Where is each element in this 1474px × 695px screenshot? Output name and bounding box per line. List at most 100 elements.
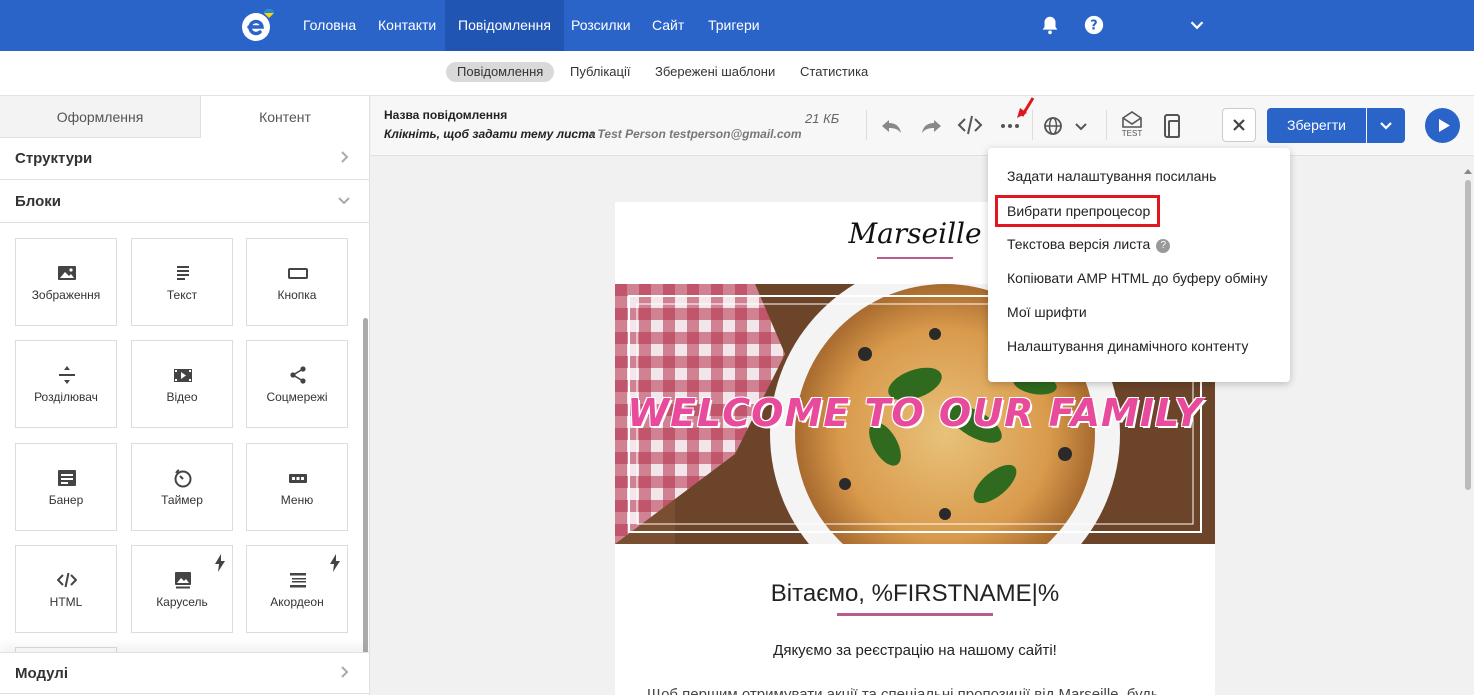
scroll-up-icon[interactable] [1464, 168, 1472, 174]
redo-icon[interactable] [918, 113, 944, 139]
block-label: Соцмережі [266, 390, 328, 404]
subnav-messages[interactable]: Повідомлення [446, 62, 555, 82]
code-view-icon[interactable] [957, 112, 983, 138]
message-size: 21 КБ [805, 111, 840, 126]
left-panel-scrollbar[interactable] [363, 318, 368, 666]
section-blocks-label: Блоки [15, 193, 62, 210]
block-timer[interactable]: Таймер [131, 443, 233, 531]
block-label: Розділювач [34, 390, 98, 404]
preview-play-button[interactable] [1425, 108, 1460, 143]
video-icon [174, 369, 192, 382]
section-blocks[interactable]: Блоки [0, 181, 369, 223]
save-options-button[interactable] [1367, 108, 1405, 143]
hero-headline: WELCOME TO OUR FAMILY [627, 391, 1203, 435]
chevron-down-icon [338, 197, 350, 205]
block-label: HTML [49, 595, 83, 609]
block-menu[interactable]: Меню [246, 443, 348, 531]
close-icon [1233, 119, 1245, 131]
sender-info[interactable]: • Test Person testperson@gmail.com [590, 127, 802, 141]
divider-icon [59, 366, 75, 384]
canvas-scrollbar[interactable] [1464, 169, 1472, 695]
menu-item-text-version[interactable]: Текстова версія листа? [1007, 236, 1171, 253]
undo-icon[interactable] [879, 113, 905, 139]
body-text[interactable]: Щоб першим отримувати акції та спеціальн… [647, 686, 1207, 695]
nav-contacts[interactable]: Контакти [365, 0, 449, 51]
block-label: Текст [166, 288, 198, 302]
menu-item-dynamic-content[interactable]: Налаштування динамічного контенту [1007, 338, 1248, 354]
save-button[interactable]: Зберегти [1267, 108, 1366, 143]
nav-triggers[interactable]: Тригери [695, 0, 773, 51]
thanks-text[interactable]: Дякуємо за реєстрацію на нашому сайті! [615, 642, 1215, 659]
scrollbar-thumb[interactable] [1465, 180, 1471, 490]
block-banner[interactable]: Банер [15, 443, 117, 531]
close-button[interactable] [1222, 108, 1256, 142]
envelope-icon [1122, 111, 1142, 128]
logo-icon[interactable] [240, 9, 274, 43]
menu-icon [289, 474, 307, 483]
brand-underline [877, 257, 953, 259]
highlight-annotation-box [995, 195, 1160, 227]
block-button[interactable]: Кнопка [246, 238, 348, 326]
block-label: Відео [166, 390, 198, 404]
bell-icon[interactable] [1039, 14, 1061, 36]
tab-design[interactable]: Оформлення [0, 96, 201, 138]
mobile-preview-icon[interactable] [1160, 113, 1186, 139]
text-icon [177, 266, 189, 280]
block-label: Зображення [31, 288, 101, 302]
toolbar-divider [866, 110, 867, 140]
block-divider[interactable]: Розділювач [15, 340, 117, 428]
subnav-saved-templates[interactable]: Збережені шаблони [644, 62, 786, 82]
nav-home[interactable]: Головна [290, 0, 369, 51]
subnav-statistics[interactable]: Статистика [789, 62, 879, 82]
block-label: Таймер [161, 493, 203, 507]
message-name[interactable]: Назва повідомлення [384, 108, 507, 122]
carousel-icon [175, 572, 191, 589]
block-label: Карусель [156, 595, 208, 609]
nav-messages[interactable]: Повідомлення [445, 0, 564, 51]
menu-item-copy-amp[interactable]: Копіювати AMP HTML до буферу обміну [1007, 270, 1268, 286]
svg-text:?: ? [1090, 19, 1097, 34]
subnav-publications[interactable]: Публікації [559, 62, 641, 82]
toolbar-divider [1106, 110, 1107, 140]
chevron-down-icon [1380, 122, 1392, 130]
block-html[interactable]: HTML [15, 545, 117, 633]
block-video[interactable]: Відео [131, 340, 233, 428]
timer-icon [174, 469, 192, 488]
account-chevron-down-icon[interactable] [1186, 14, 1208, 36]
annotation-arrow-icon [1017, 97, 1035, 118]
subject-field[interactable]: Клікніть, щоб задати тему листа [384, 127, 595, 141]
lightning-icon [215, 554, 225, 572]
menu-item-my-fonts[interactable]: Мої шрифти [1007, 304, 1087, 320]
nav-campaigns[interactable]: Розсилки [558, 0, 644, 51]
share-icon [290, 366, 306, 384]
language-chevron-down-icon[interactable] [1068, 113, 1094, 139]
block-text[interactable]: Текст [131, 238, 233, 326]
section-structures[interactable]: Структури [0, 138, 369, 180]
top-navigation: Головна Контакти Повідомлення Розсилки С… [0, 0, 1474, 51]
greeting-heading[interactable]: Вітаємо, %FIRSTNAME|% [615, 580, 1215, 608]
button-icon [288, 268, 308, 279]
block-carousel[interactable]: Карусель [131, 545, 233, 633]
globe-icon[interactable] [1040, 113, 1066, 139]
editor-toolbar: Назва повідомлення Клікніть, щоб задати … [371, 96, 1474, 156]
help-icon[interactable]: ? [1083, 14, 1105, 36]
section-modules[interactable]: Модулі [0, 652, 369, 694]
block-social[interactable]: Соцмережі [246, 340, 348, 428]
help-circle-icon[interactable]: ? [1156, 239, 1171, 253]
section-modules-label: Модулі [15, 665, 69, 682]
test-label: TEST [1121, 129, 1143, 138]
chevron-right-icon [341, 666, 349, 678]
block-label: Меню [280, 493, 314, 507]
greeting-underline [837, 613, 993, 616]
menu-item-link-settings[interactable]: Задати налаштування посилань [1007, 168, 1216, 184]
email-canvas: Marseille WELCOME TO OUR FAMILY Вітаємо,… [371, 157, 1474, 695]
tab-content[interactable]: Контент [201, 96, 369, 138]
block-label: Акордеон [270, 595, 324, 609]
banner-icon [58, 470, 76, 486]
block-image[interactable]: Зображення [15, 238, 117, 326]
test-send-button[interactable]: TEST [1119, 110, 1145, 140]
sub-navigation: Повідомлення Публікації Збережені шаблон… [0, 51, 1474, 96]
block-accordion[interactable]: Акордеон [246, 545, 348, 633]
nav-site[interactable]: Сайт [639, 0, 697, 51]
code-icon [57, 572, 77, 588]
